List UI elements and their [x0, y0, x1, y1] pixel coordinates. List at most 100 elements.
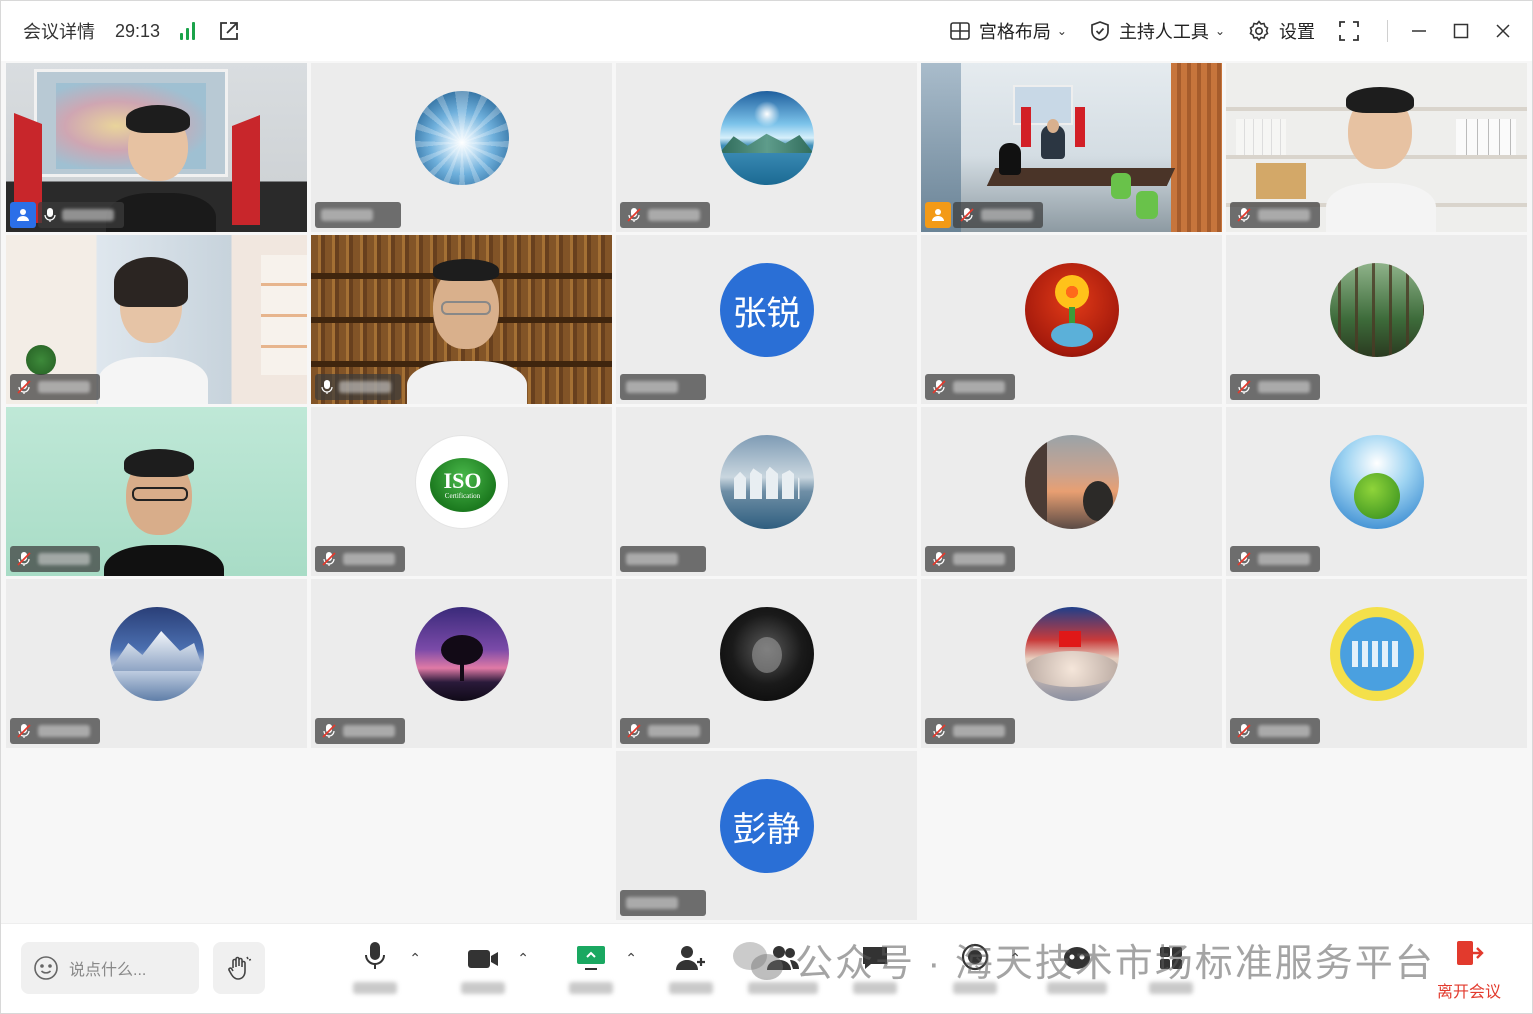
minimize-button[interactable]: [1398, 11, 1440, 51]
participant-tile[interactable]: [1226, 407, 1527, 576]
record-icon: [961, 943, 989, 971]
grid-layout-label: 宫格布局: [978, 22, 1051, 42]
microphone-icon: [365, 942, 385, 969]
participant-nametag: [620, 546, 706, 572]
microphone-muted-icon: [322, 724, 336, 738]
grid-layout-button[interactable]: 宫格布局 ⌄: [949, 18, 1067, 44]
participant-tile[interactable]: [616, 579, 917, 748]
participant-tile[interactable]: [6, 579, 307, 748]
microphone-icon: [44, 208, 56, 222]
divider: [1387, 20, 1388, 42]
participant-tile[interactable]: [921, 63, 1222, 232]
participant-tile[interactable]: 彭静: [616, 751, 917, 920]
add-user-icon: [676, 946, 705, 970]
participant-tile[interactable]: [921, 407, 1222, 576]
participant-tile[interactable]: [1226, 579, 1527, 748]
participant-tile[interactable]: [921, 579, 1222, 748]
participant-tile[interactable]: [311, 579, 612, 748]
microphone-muted-icon: [627, 724, 641, 738]
participant-tile[interactable]: [6, 407, 307, 576]
more-button[interactable]: [1131, 938, 1211, 1004]
settings-button[interactable]: 设置: [1247, 18, 1315, 44]
raise-hand-icon: [228, 956, 252, 980]
fullscreen-icon: [1339, 21, 1359, 41]
participants-button[interactable]: [743, 938, 823, 1004]
chat-icon: [863, 947, 887, 969]
participant-avatar: [719, 91, 814, 185]
participant-avatar: [1024, 435, 1119, 529]
more-apps-icon: [1160, 947, 1182, 969]
chevron-up-icon[interactable]: ⌃: [517, 950, 529, 967]
participant-nametag: [315, 374, 401, 400]
participant-nametag: [620, 374, 706, 400]
participant-tile[interactable]: [616, 63, 917, 232]
close-button[interactable]: [1482, 11, 1524, 51]
participant-nametag: [38, 202, 124, 228]
participant-nametag: [620, 202, 710, 228]
chat-button[interactable]: [835, 938, 915, 1004]
invite-button[interactable]: [651, 938, 731, 1004]
participant-avatar: [1024, 607, 1119, 701]
microphone-button[interactable]: ⌃: [335, 938, 421, 1004]
participant-tile[interactable]: [6, 235, 307, 404]
participant-avatar: ISO Certification: [414, 435, 509, 529]
participant-nametag: [315, 202, 401, 228]
participant-nametag: [620, 890, 706, 916]
signal-strength-icon[interactable]: [180, 22, 196, 40]
participant-avatar: [414, 91, 509, 185]
raise-hand-button[interactable]: [213, 942, 265, 994]
microphone-muted-icon: [17, 552, 31, 566]
participant-tile[interactable]: ISO Certification: [311, 407, 612, 576]
chevron-up-icon[interactable]: ⌃: [1009, 950, 1021, 967]
settings-label: 设置: [1279, 22, 1315, 42]
participant-nametag: [1230, 202, 1320, 228]
participant-nametag: [925, 546, 1015, 572]
participant-nametag: [10, 546, 100, 572]
participant-tile[interactable]: [616, 407, 917, 576]
participant-tile[interactable]: [6, 63, 307, 232]
participant-tile[interactable]: [311, 235, 612, 404]
record-button[interactable]: ⌃: [935, 938, 1021, 1004]
video-grid: 张锐 ISO Certification 彭静: [6, 63, 1529, 921]
host-badge-icon: [925, 202, 951, 228]
participant-tile[interactable]: [311, 63, 612, 232]
participant-tile[interactable]: [1226, 63, 1527, 232]
empty-slot: [921, 751, 1222, 920]
host-tools-button[interactable]: 主持人工具 ⌄: [1089, 18, 1225, 44]
leave-meeting-label: 离开会议: [1436, 984, 1501, 1001]
empty-slot: [311, 751, 612, 920]
participant-tile[interactable]: [921, 235, 1222, 404]
participant-nametag: [10, 374, 100, 400]
share-screen-button[interactable]: ⌃: [551, 938, 637, 1004]
chevron-down-icon: ⌄: [1214, 24, 1225, 38]
participant-avatar: 彭静: [719, 779, 814, 873]
microphone-muted-icon: [17, 724, 31, 738]
exit-icon: [1457, 941, 1484, 965]
apps-button[interactable]: [1037, 938, 1117, 1004]
microphone-muted-icon: [1237, 724, 1251, 738]
participant-avatar: [1024, 263, 1119, 357]
chat-input[interactable]: 说点什么...: [21, 942, 199, 994]
microphone-muted-icon: [1237, 380, 1251, 394]
fullscreen-button[interactable]: [1337, 19, 1361, 43]
chevron-up-icon[interactable]: ⌃: [625, 950, 637, 967]
microphone-muted-icon: [932, 724, 946, 738]
microphone-icon: [321, 380, 333, 394]
participant-avatar: [719, 435, 814, 529]
meeting-window: 会议详情 29:13 宫格布局 ⌄ 主持人工具 ⌄ 设置 张锐 ISO Cert…: [0, 0, 1533, 1014]
participant-tile[interactable]: 张锐: [616, 235, 917, 404]
participant-nametag: [1230, 374, 1320, 400]
participant-tile[interactable]: [1226, 235, 1527, 404]
participant-nametag: [1230, 546, 1320, 572]
participant-avatar: [414, 607, 509, 701]
chevron-up-icon[interactable]: ⌃: [409, 950, 421, 967]
microphone-muted-icon: [1237, 552, 1251, 566]
host-badge-icon: [10, 202, 36, 228]
open-external-icon[interactable]: [217, 19, 241, 43]
leave-meeting-button[interactable]: 离开会议: [1429, 938, 1509, 1004]
camera-button[interactable]: ⌃: [443, 938, 529, 1004]
participant-avatar: 张锐: [719, 263, 814, 357]
meeting-details-button[interactable]: 会议详情: [23, 18, 95, 44]
maximize-button[interactable]: [1440, 11, 1482, 51]
participant-nametag: [1230, 718, 1320, 744]
